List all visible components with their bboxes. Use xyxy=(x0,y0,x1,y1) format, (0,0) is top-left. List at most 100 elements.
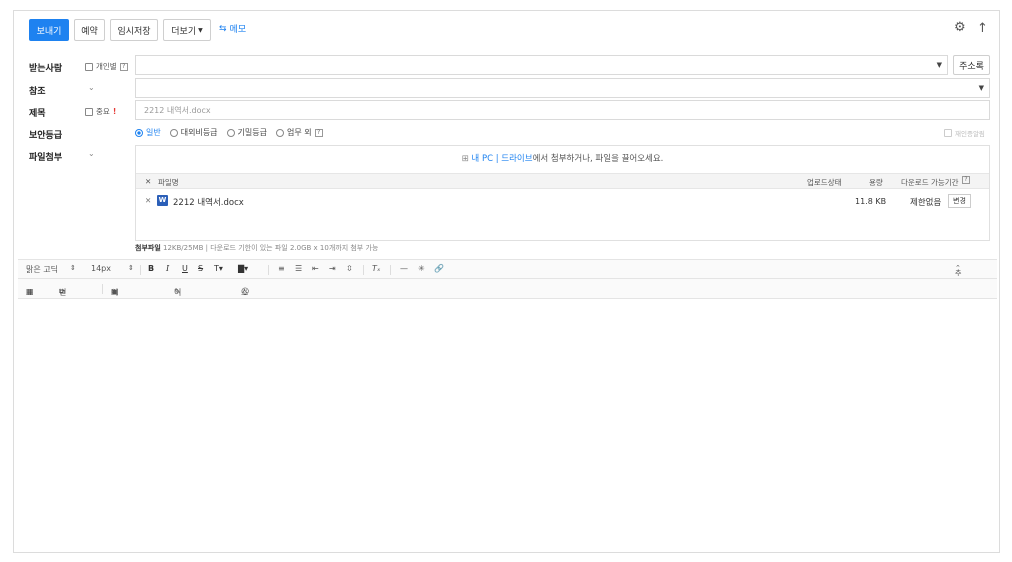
temp-save-button[interactable]: 임시저장 xyxy=(110,19,158,41)
radio-general[interactable]: 일반 xyxy=(135,127,161,138)
attach-icon: ⊞ xyxy=(461,154,469,164)
clear-format-icon[interactable]: Tₓ xyxy=(372,264,380,273)
divider xyxy=(390,265,391,275)
cc-label: 참조 xyxy=(29,87,46,97)
radio-label: 업무 외 xyxy=(287,128,312,137)
attachment-info-text: 12KB/25MB | 다운로드 기한이 있는 파일 2.0GB x 10개까지… xyxy=(163,244,379,252)
help-icon[interactable]: ? xyxy=(962,176,970,184)
indent-icon[interactable]: ⇥ xyxy=(329,264,336,273)
file-size: 11.8 KB xyxy=(855,197,887,206)
chevron-down-icon[interactable]: ⌄ xyxy=(88,83,95,92)
radio-label: 일반 xyxy=(146,128,161,137)
more-button[interactable]: 더보기 ▼ xyxy=(163,19,211,41)
file-row: ✕ W 2212 내역서.docx 11.8 KB 제한없음 변경 xyxy=(136,194,989,210)
editor-toolbar: 맑은 고딕 ⇕ 14px ⇕ B I U S T▾ ▇▾ ≡ ☰ ⇤ ⇥ ⇳ T… xyxy=(18,259,997,307)
font-color-icon[interactable]: T▾ xyxy=(214,264,223,273)
horizontal-line-icon[interactable]: — xyxy=(400,264,408,273)
radio-label: 대외비등급 xyxy=(180,128,218,137)
dropzone-text: ⊞ 내 PC | 드라이브에서 첨부하거나, 파일을 끌어오세요. xyxy=(136,152,989,164)
radio-non-business[interactable]: 업무 외? xyxy=(276,127,323,138)
more-features-button[interactable]: 추가기능 ⌃ xyxy=(955,264,961,307)
radio-dot[interactable] xyxy=(276,128,284,137)
radio-dot[interactable] xyxy=(226,128,235,137)
subject-label: 제목 xyxy=(29,109,46,119)
remove-file-icon[interactable]: ✕ xyxy=(145,196,151,205)
recipient-label: 받는사람 xyxy=(29,64,63,74)
drive-link[interactable]: 드라이브 xyxy=(501,154,532,164)
caret-down-icon: ▼ xyxy=(198,26,203,34)
swap-icon: ⇆ xyxy=(219,23,227,34)
important-mark: ! xyxy=(112,107,117,116)
recipient-input[interactable]: ▼ xyxy=(135,55,948,75)
send-button[interactable]: 보내기 xyxy=(29,19,69,41)
special-char-icon[interactable]: ✳ xyxy=(418,264,425,273)
updown-icon[interactable]: ⇕ xyxy=(128,264,134,272)
security-label: 보안등급 xyxy=(29,131,63,141)
cc-input[interactable]: ▼ xyxy=(135,78,990,98)
important-label: 중요 xyxy=(96,107,110,116)
radio-secret[interactable]: 기밀등급 xyxy=(226,127,267,138)
attachment-label: 파일첨부 xyxy=(29,153,63,163)
radio-dot[interactable] xyxy=(169,128,178,137)
word-file-icon: W xyxy=(157,195,168,206)
align-left-icon[interactable]: ≡ xyxy=(278,264,285,273)
memo-button[interactable]: ⇆ 메모 xyxy=(219,22,247,36)
gear-icon[interactable]: ⚙ xyxy=(954,20,966,35)
radio-confidential[interactable]: 대외비등급 xyxy=(169,127,218,138)
strikethrough-icon[interactable]: S xyxy=(198,264,203,273)
divider xyxy=(102,284,103,294)
help-icon[interactable]: ? xyxy=(119,62,128,71)
bold-icon[interactable]: B xyxy=(148,264,154,273)
col-period: 다운로드 가능기간 xyxy=(901,178,959,187)
file-name: 2212 내역서.docx xyxy=(173,198,244,208)
col-filename: 파일명 xyxy=(158,178,179,187)
table-label: 표 xyxy=(26,288,34,297)
font-select[interactable]: 맑은 고딕 xyxy=(26,264,58,275)
more-label: 더보기 xyxy=(171,26,197,37)
checkbox-box[interactable] xyxy=(85,62,93,71)
editor-toolbar-secondary: ▦ 표 ⧉ 번역 ▣ 이미지 삽입 ✎ 이미지 편집 ☺ 스티커 xyxy=(18,279,997,341)
caret-down-icon[interactable]: ▼ xyxy=(937,61,942,69)
important-checkbox[interactable]: 중요 ! xyxy=(85,106,116,117)
attachment-info: 첨부파일 12KB/25MB | 다운로드 기한이 있는 파일 2.0GB x … xyxy=(135,243,378,253)
attachment-dropzone[interactable]: ⊞ 내 PC | 드라이브에서 첨부하거나, 파일을 끌어오세요. ✕ 파일명 … xyxy=(135,145,990,241)
background-color-icon[interactable]: ▇▾ xyxy=(238,264,248,273)
memo-label: 메모 xyxy=(229,25,247,35)
line-height-icon[interactable]: ⇳ xyxy=(346,264,353,273)
list-icon[interactable]: ☰ xyxy=(295,264,302,273)
underline-icon[interactable]: U xyxy=(182,264,188,273)
outdent-icon[interactable]: ⇤ xyxy=(312,264,319,273)
file-table-header: ✕ 파일명 업로드상태 용량 다운로드 가능기간 ? xyxy=(136,173,989,189)
help-icon[interactable]: ? xyxy=(314,128,323,137)
caret-down-icon[interactable]: ▼ xyxy=(979,84,984,92)
my-pc-link[interactable]: 내 PC xyxy=(471,154,493,164)
size-select[interactable]: 14px xyxy=(91,264,111,273)
reserve-button[interactable]: 예약 xyxy=(74,19,105,41)
personal-checkbox[interactable]: 개인별 ? xyxy=(85,61,128,72)
editor-body[interactable] xyxy=(18,299,997,549)
updown-icon[interactable]: ⇕ xyxy=(70,264,76,272)
link-icon[interactable]: 🔗 xyxy=(434,264,444,273)
address-book-button[interactable]: 주소록 xyxy=(953,55,990,75)
drop-hint: 에서 첨부하거나, 파일을 끌어오세요. xyxy=(532,154,664,164)
reauth-checkbox[interactable]: 재인증알림 xyxy=(944,128,985,138)
col-status: 업로드상태 xyxy=(807,178,842,187)
change-period-button[interactable]: 변경 xyxy=(948,194,971,208)
security-radio-group: 일반 대외비등급 기밀등급 업무 외? xyxy=(135,127,323,138)
checkbox-box[interactable] xyxy=(944,129,952,137)
attachment-info-title: 첨부파일 xyxy=(135,244,161,252)
remove-all-icon[interactable]: ✕ xyxy=(145,177,151,186)
checkbox-box[interactable] xyxy=(85,107,93,116)
col-size: 용량 xyxy=(869,178,883,187)
reauth-label: 재인증알림 xyxy=(955,130,985,138)
italic-icon[interactable]: I xyxy=(166,264,169,273)
divider xyxy=(140,265,141,275)
personal-label: 개인별 xyxy=(96,62,117,71)
radio-dot[interactable] xyxy=(135,128,143,137)
chevron-down-icon[interactable]: ⌄ xyxy=(88,149,95,158)
arrow-up-icon[interactable]: ↑ xyxy=(977,21,988,36)
divider xyxy=(363,265,364,275)
subject-value: 2212 내역서.docx xyxy=(144,106,211,115)
subject-input[interactable]: 2212 내역서.docx xyxy=(135,100,990,120)
compose-window: 보내기 예약 임시저장 더보기 ▼ ⇆ 메모 ⚙ ↑ 받는사람 개인별 ? ▼ … xyxy=(13,10,1000,553)
